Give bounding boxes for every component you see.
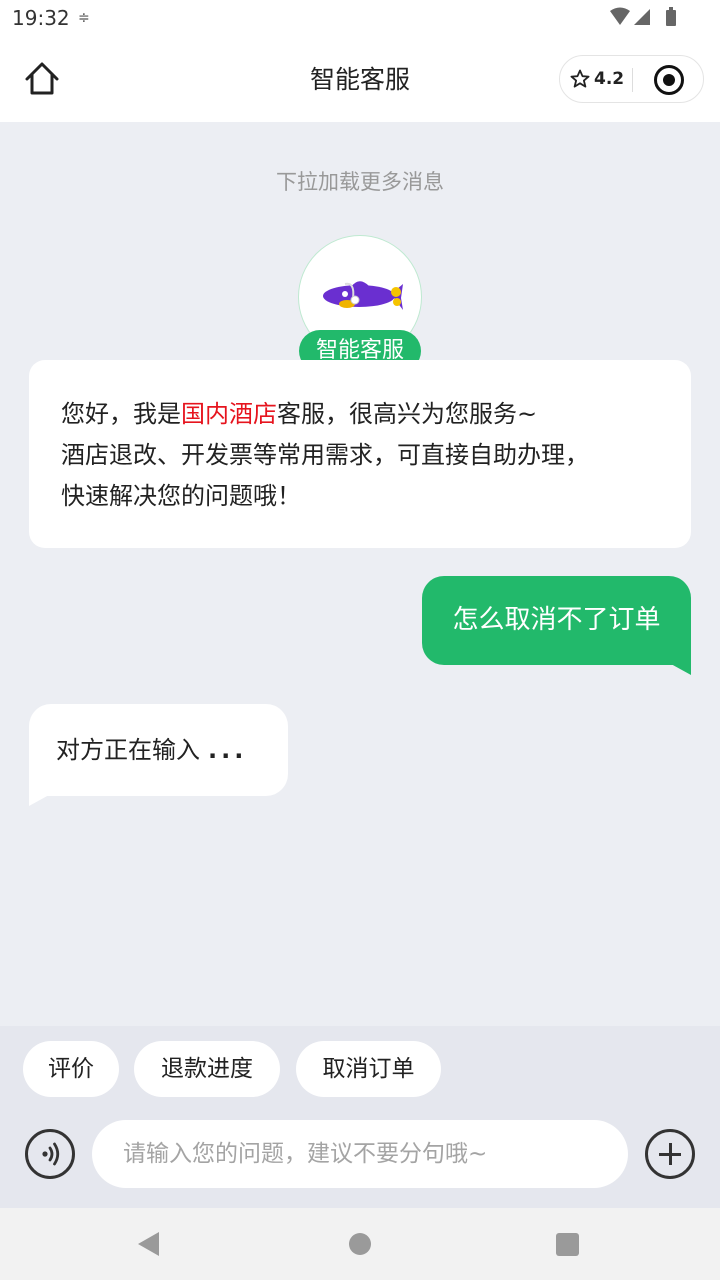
typing-dots: ... xyxy=(208,736,248,764)
header: 智能客服 4.2 xyxy=(0,38,720,122)
quick-reply-rate[interactable]: 评价 xyxy=(23,1041,119,1097)
pull-to-load-hint: 下拉加载更多消息 xyxy=(276,170,444,194)
typing-bubble-tail xyxy=(29,795,49,806)
rating-value: 4.2 xyxy=(594,69,625,89)
rating-button[interactable]: 4.2 xyxy=(570,56,630,102)
system-nav-bar xyxy=(0,1208,720,1280)
welcome-line-1: 您好，我是国内酒店客服，很高兴为您服务~ xyxy=(61,394,661,435)
welcome-line-3: 快速解决您的问题哦！ xyxy=(61,482,301,510)
typing-text: 对方正在输入 xyxy=(56,736,200,764)
battery-icon xyxy=(666,10,676,26)
voice-icon xyxy=(42,1142,60,1166)
bot-welcome-message: 您好，我是国内酒店客服，很高兴为您服务~ 酒店退改、开发票等常用需求，可直接自助… xyxy=(29,360,691,548)
signal-icon xyxy=(634,9,650,25)
quick-reply-refund-progress[interactable]: 退款进度 xyxy=(134,1041,280,1097)
status-time: 19:32 xyxy=(12,6,70,30)
nav-recents-icon[interactable] xyxy=(556,1233,579,1256)
star-icon xyxy=(570,69,590,88)
nav-back-icon[interactable] xyxy=(138,1232,159,1256)
input-area: 评价 退款进度 取消订单 xyxy=(0,1026,720,1208)
user-bubble-tail xyxy=(671,664,691,675)
record-icon[interactable] xyxy=(654,65,684,95)
service-type-highlight: 国内酒店 xyxy=(181,400,277,428)
quick-reply-cancel-order[interactable]: 取消订单 xyxy=(296,1041,441,1097)
welcome-prefix: 您好，我是 xyxy=(61,400,181,428)
welcome-line-2: 酒店退改、开发票等常用需求，可直接自助办理， xyxy=(61,441,589,469)
plus-icon[interactable] xyxy=(645,1129,695,1179)
mini-program-capsule: 4.2 xyxy=(559,55,704,103)
home-icon[interactable] xyxy=(22,58,62,98)
status-bar: 19:32 ≑ xyxy=(0,0,720,38)
user-message-bubble: 怎么取消不了订单 xyxy=(422,576,691,665)
capsule-divider xyxy=(632,68,633,92)
nav-home-icon[interactable] xyxy=(349,1233,371,1255)
wifi-icon xyxy=(610,7,630,25)
typing-indicator-bubble: 对方正在输入... xyxy=(29,704,288,796)
welcome-suffix: 客服，很高兴为您服务~ xyxy=(277,400,538,428)
system-status-icons xyxy=(610,7,676,26)
voice-input-button[interactable] xyxy=(25,1129,75,1179)
status-indicator: ≑ xyxy=(78,10,90,26)
message-input[interactable] xyxy=(92,1120,628,1188)
